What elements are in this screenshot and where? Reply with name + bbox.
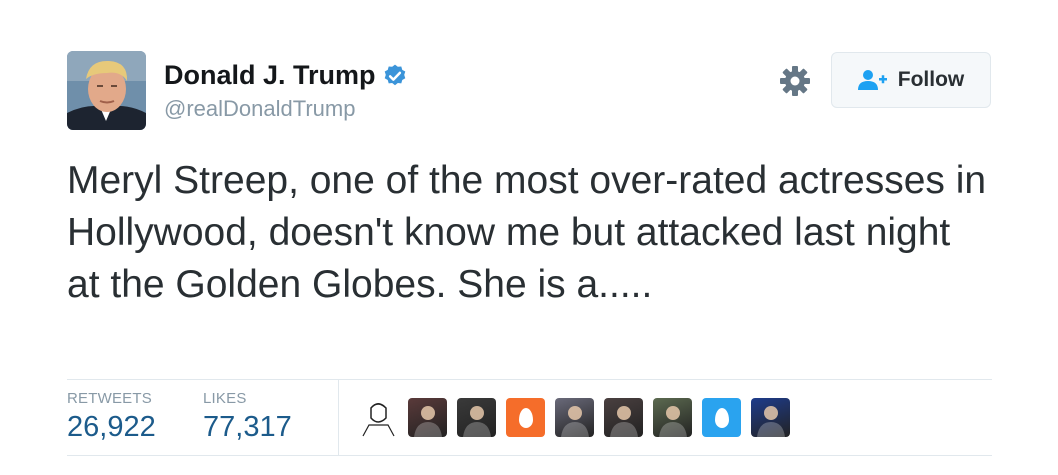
liker-avatars: [359, 398, 790, 437]
egg-icon: [518, 407, 533, 428]
sketch-avatar-image: [362, 403, 395, 437]
liker-photo: [561, 406, 589, 437]
retweets-count: 26,922: [67, 411, 156, 443]
likes-count: 77,317: [203, 411, 292, 443]
liker-avatar[interactable]: [751, 398, 790, 437]
likes-stat[interactable]: LIKES 77,317: [203, 390, 292, 444]
user-handle[interactable]: @realDonaldTrump: [164, 96, 355, 122]
egg-icon: [714, 407, 729, 428]
retweets-label: RETWEETS: [67, 390, 152, 407]
gear-icon[interactable]: [779, 65, 811, 97]
follow-button[interactable]: Follow: [831, 52, 991, 108]
liker-avatar[interactable]: [506, 398, 545, 437]
liker-avatar[interactable]: [653, 398, 692, 437]
verified-badge-icon: [384, 64, 405, 85]
retweets-stat[interactable]: RETWEETS 26,922: [67, 390, 156, 444]
liker-photo: [610, 406, 638, 437]
divider-bottom: [67, 455, 992, 456]
avatar[interactable]: [67, 51, 146, 130]
add-user-icon: [857, 70, 887, 90]
display-name[interactable]: Donald J. Trump: [164, 60, 408, 91]
liker-avatar[interactable]: [408, 398, 447, 437]
divider-top: [67, 379, 992, 380]
follow-label: Follow: [897, 68, 965, 91]
liker-photo: [757, 406, 785, 437]
liker-avatar[interactable]: [702, 398, 741, 437]
liker-avatar[interactable]: [359, 398, 398, 437]
stats-divider: [338, 380, 339, 455]
liker-avatar[interactable]: [555, 398, 594, 437]
avatar-image: [67, 51, 146, 130]
display-name-text: Donald J. Trump: [164, 60, 376, 90]
likes-label: LIKES: [203, 390, 247, 407]
liker-photo: [463, 406, 491, 437]
tweet-text: Meryl Streep, one of the most over-rated…: [67, 159, 987, 306]
tweet-card: Donald J. Trump @realDonaldTrump Follow: [0, 0, 1058, 475]
liker-avatar[interactable]: [457, 398, 496, 437]
liker-photo: [414, 406, 442, 437]
liker-avatar[interactable]: [604, 398, 643, 437]
liker-photo: [659, 406, 687, 437]
